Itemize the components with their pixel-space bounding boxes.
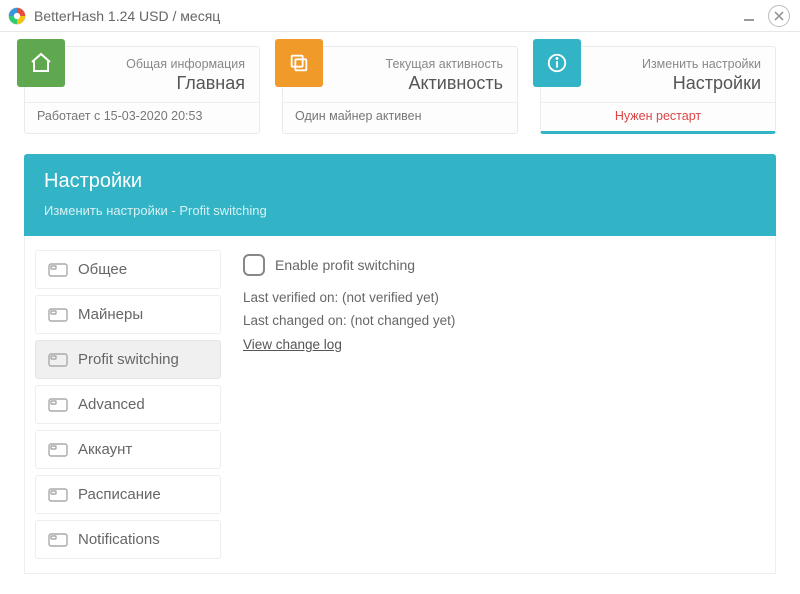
card-icon [48,487,68,503]
sidebar-item-general[interactable]: Общее [35,250,221,289]
last-verified-text: Last verified on: (not verified yet) [243,290,757,305]
sidebar-item-label: Profit switching [78,351,179,368]
sidebar-item-profit-switching[interactable]: Profit switching [35,340,221,379]
card-home-title: Главная [39,73,245,94]
card-icon [48,307,68,323]
card-settings[interactable]: Изменить настройки Настройки Нужен реста… [540,46,776,134]
card-settings-title: Настройки [555,73,761,94]
last-changed-text: Last changed on: (not changed yet) [243,313,757,328]
card-icon [48,532,68,548]
sidebar-item-label: Аккаунт [78,441,132,458]
main-area: Настройки Изменить настройки - Profit sw… [0,140,800,594]
window-title: BetterHash 1.24 USD / месяц [34,8,732,24]
card-icon [48,262,68,278]
titlebar: BetterHash 1.24 USD / месяц [0,0,800,32]
sidebar-item-miners[interactable]: Майнеры [35,295,221,334]
settings-content: Общее Майнеры Profit switching Advanced … [24,236,776,574]
card-activity-status: Один майнер активен [283,102,517,131]
copy-icon [275,39,323,87]
minimize-button[interactable] [736,3,762,29]
card-home[interactable]: Общая информация Главная Работает с 15-0… [24,46,260,134]
settings-sidebar: Общее Майнеры Profit switching Advanced … [35,250,221,559]
settings-banner: Настройки Изменить настройки - Profit sw… [24,154,776,236]
banner-breadcrumb: Изменить настройки - Profit switching [44,203,756,218]
sidebar-item-account[interactable]: Аккаунт [35,430,221,469]
card-settings-status: Нужен рестарт [541,102,775,131]
top-cards: Общая информация Главная Работает с 15-0… [0,32,800,140]
card-activity[interactable]: Текущая активность Активность Один майне… [282,46,518,134]
settings-pane: Enable profit switching Last verified on… [235,250,765,559]
enable-profit-switching-checkbox[interactable] [243,254,265,276]
home-icon [17,39,65,87]
card-icon [48,442,68,458]
sidebar-item-advanced[interactable]: Advanced [35,385,221,424]
sidebar-item-label: Notifications [78,531,160,548]
sidebar-item-label: Расписание [78,486,161,503]
view-change-log-link[interactable]: View change log [243,337,342,352]
sidebar-item-label: Общее [78,261,127,278]
info-icon [533,39,581,87]
card-home-sub: Общая информация [39,57,245,71]
enable-profit-switching-label: Enable profit switching [275,257,415,273]
card-settings-sub: Изменить настройки [555,57,761,71]
sidebar-item-label: Advanced [78,396,145,413]
card-activity-sub: Текущая активность [297,57,503,71]
enable-profit-switching-row: Enable profit switching [243,254,757,276]
sidebar-item-schedule[interactable]: Расписание [35,475,221,514]
card-activity-title: Активность [297,73,503,94]
sidebar-item-notifications[interactable]: Notifications [35,520,221,559]
card-icon [48,397,68,413]
card-icon [48,352,68,368]
app-logo-icon [8,7,26,25]
banner-title: Настройки [44,170,756,193]
sidebar-item-label: Майнеры [78,306,143,323]
close-button[interactable] [766,3,792,29]
card-home-status: Работает с 15-03-2020 20:53 [25,102,259,131]
